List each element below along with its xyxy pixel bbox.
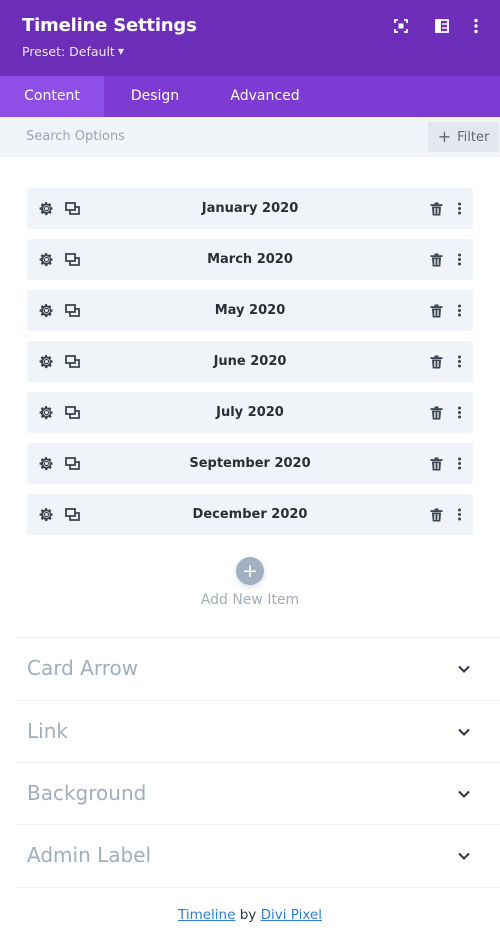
chevron-down-icon (457, 849, 471, 863)
more-vertical-icon[interactable] (451, 200, 468, 217)
trash-icon[interactable] (428, 506, 445, 523)
timeline-item[interactable]: July 2020 (27, 392, 473, 433)
credit-by: by (239, 907, 257, 923)
module-link[interactable]: Timeline (178, 907, 235, 923)
more-vertical-icon[interactable] (451, 302, 468, 319)
timeline-item[interactable]: June 2020 (27, 341, 473, 382)
trash-icon[interactable] (428, 404, 445, 421)
search-bar: Search Options (0, 117, 500, 157)
timeline-item-label: May 2020 (214, 303, 286, 318)
chevron-down-icon (457, 787, 471, 801)
timeline-items-list: January 2020 March 2020 May 2020 June 2020 J… (27, 188, 473, 545)
trash-icon[interactable] (428, 353, 445, 370)
section-title: Link (27, 719, 68, 743)
section-admin-label[interactable]: Admin Label (16, 824, 500, 886)
author-link[interactable]: Divi Pixel (261, 907, 322, 923)
footer-divider (16, 887, 500, 888)
add-item-label[interactable]: Add New Item (0, 592, 500, 608)
section-background[interactable]: Background (16, 762, 500, 824)
timeline-item-label: June 2020 (213, 354, 287, 369)
timeline-item[interactable]: March 2020 (27, 239, 473, 280)
timeline-item[interactable]: September 2020 (27, 443, 473, 484)
timeline-item-label: March 2020 (207, 252, 293, 267)
trash-icon[interactable] (428, 200, 445, 217)
tab-bar: Content Design Advanced (0, 76, 500, 117)
filter-label: Filter (457, 129, 490, 145)
settings-header: Timeline Settings Preset: Default ▼ (0, 0, 500, 76)
preset-selector[interactable]: Preset: Default ▼ (22, 44, 124, 59)
more-vertical-icon[interactable] (451, 455, 468, 472)
preset-label: Preset: Default (22, 44, 115, 59)
fullscreen-icon[interactable] (392, 17, 410, 35)
plus-icon: + (437, 127, 452, 146)
search-input[interactable]: Search Options (26, 129, 125, 144)
section-card-arrow[interactable]: Card Arrow (16, 637, 500, 699)
section-title: Card Arrow (27, 656, 139, 680)
split-view-icon[interactable] (433, 17, 451, 35)
tab-design[interactable]: Design (104, 76, 206, 117)
more-vertical-icon[interactable] (451, 353, 468, 370)
timeline-item-label: September 2020 (189, 456, 311, 471)
module-credit: Timeline by Divi Pixel (0, 907, 500, 923)
add-item-button[interactable]: + (236, 557, 264, 585)
timeline-item-label: January 2020 (201, 201, 299, 216)
more-vertical-icon[interactable] (451, 404, 468, 421)
chevron-down-icon (457, 662, 471, 676)
trash-icon[interactable] (428, 302, 445, 319)
more-vertical-icon[interactable] (451, 251, 468, 268)
trash-icon[interactable] (428, 251, 445, 268)
panel-title: Timeline Settings (22, 15, 197, 36)
timeline-item-label: July 2020 (216, 405, 284, 420)
section-title: Admin Label (27, 843, 152, 867)
timeline-item[interactable]: December 2020 (27, 494, 473, 535)
tab-content[interactable]: Content (0, 76, 104, 117)
timeline-item-label: December 2020 (192, 507, 308, 522)
caret-down-icon: ▼ (117, 47, 124, 56)
section-link[interactable]: Link (16, 700, 500, 762)
more-vertical-icon[interactable] (451, 506, 468, 523)
timeline-item[interactable]: May 2020 (27, 290, 473, 331)
timeline-item[interactable]: January 2020 (27, 188, 473, 229)
more-vertical-icon[interactable] (467, 17, 485, 35)
trash-icon[interactable] (428, 455, 445, 472)
tab-advanced[interactable]: Advanced (206, 76, 324, 117)
section-title: Background (27, 781, 147, 805)
chevron-down-icon (457, 725, 471, 739)
filter-button[interactable]: + Filter (428, 122, 499, 152)
